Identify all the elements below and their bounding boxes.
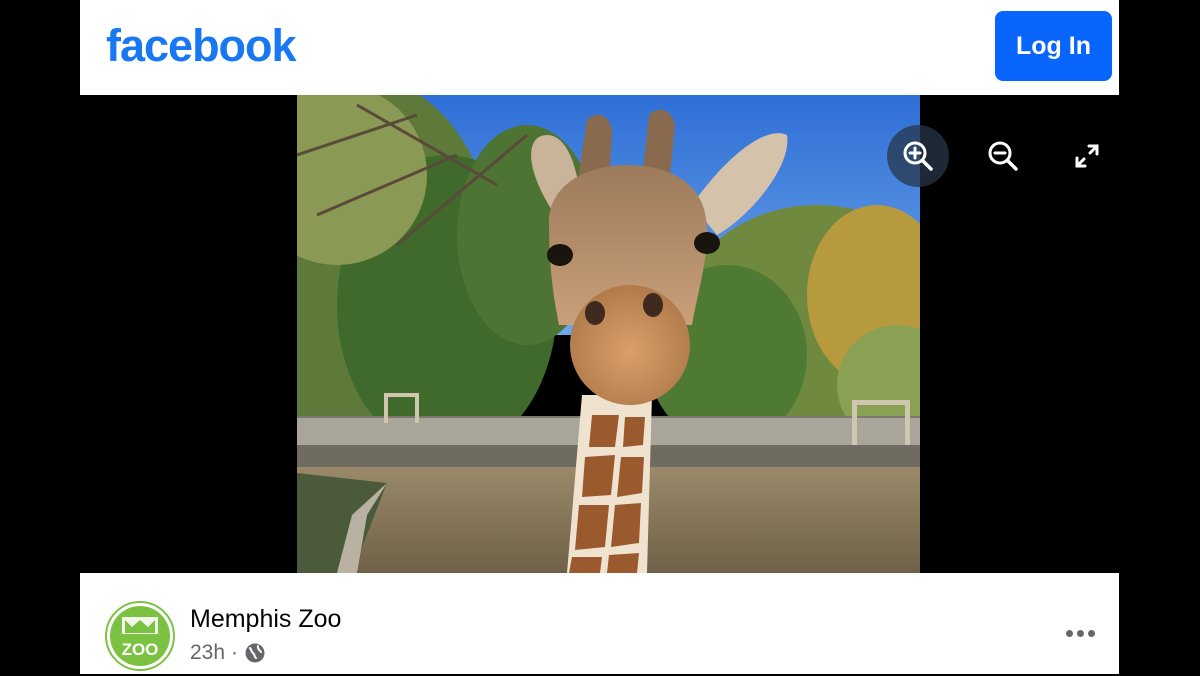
more-options-button[interactable]: [1055, 618, 1105, 648]
facebook-logo[interactable]: facebook: [106, 20, 297, 72]
page-frame: facebook Log In ZOO Memphis Zoo 23h ·: [80, 0, 1119, 674]
avatar[interactable]: ZOO: [105, 601, 175, 671]
post-timestamp[interactable]: 23h: [190, 641, 225, 665]
page-name[interactable]: Memphis Zoo: [190, 605, 341, 634]
login-button[interactable]: Log In: [995, 11, 1112, 81]
post-meta: 23h ·: [190, 641, 266, 665]
avatar-text: ZOO: [122, 640, 159, 659]
post-photo[interactable]: [297, 95, 920, 573]
meta-separator: ·: [231, 641, 239, 664]
zoom-in-icon: [903, 141, 933, 171]
zoom-out-icon: [988, 141, 1018, 171]
globe-icon: [245, 643, 265, 663]
more-horizontal-icon: [1065, 629, 1073, 637]
top-bar: facebook Log In: [80, 0, 1119, 95]
more-dot: [1076, 629, 1084, 637]
zoom-in-button[interactable]: [887, 125, 949, 187]
fullscreen-button[interactable]: [1056, 125, 1118, 187]
post-header: ZOO Memphis Zoo 23h ·: [80, 573, 1119, 674]
photo-viewer: [80, 95, 1119, 573]
more-dot: [1087, 629, 1095, 637]
expand-icon: [1075, 144, 1099, 168]
zoom-out-button[interactable]: [972, 125, 1034, 187]
